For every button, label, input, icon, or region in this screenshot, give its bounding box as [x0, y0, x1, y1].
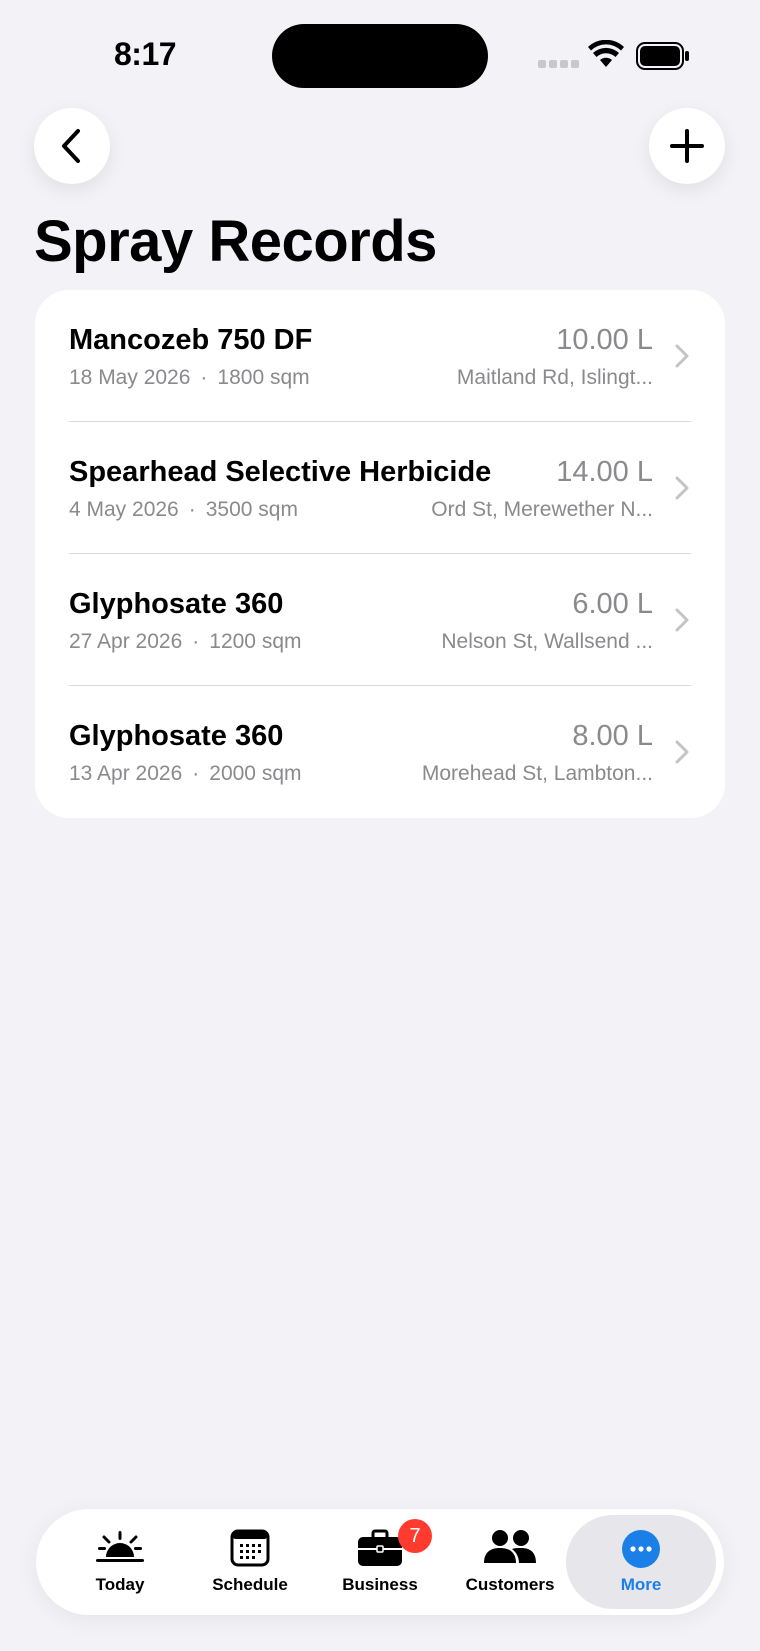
wifi-icon [588, 40, 624, 67]
record-row[interactable]: Glyphosate 360 8.00 L 13 Apr 2026 · 2000 s… [35, 686, 725, 818]
record-row[interactable]: Mancozeb 750 DF 10.00 L 18 May 2026 · 1800… [35, 290, 725, 422]
record-address: Morehead St, Lambton... [421, 762, 653, 785]
tab-customers[interactable]: Customers [445, 1509, 575, 1615]
briefcase-icon [358, 1529, 402, 1566]
separator-dot: · [188, 498, 196, 521]
record-product: Glyphosate 360 [69, 588, 284, 620]
record-meta: 27 Apr 2026 · 1200 sqm [69, 630, 302, 654]
tab-label: Schedule [212, 1575, 288, 1594]
record-product: Mancozeb 750 DF [69, 324, 313, 356]
cellular-signal-icon [538, 60, 579, 68]
status-time: 8:17 [114, 36, 177, 72]
record-meta: 13 Apr 2026 · 2000 sqm [69, 762, 302, 786]
back-button[interactable] [34, 108, 110, 184]
tab-bar: Today Schedule Business 7 Customers More [36, 1509, 724, 1615]
record-meta: 18 May 2026 · 1800 sqm [69, 366, 310, 390]
tab-label: Today [95, 1575, 145, 1594]
record-product: Glyphosate 360 [69, 720, 284, 752]
records-list: Mancozeb 750 DF 10.00 L 18 May 2026 · 1800… [35, 290, 725, 818]
chevron-right-icon [675, 476, 689, 500]
record-volume: 6.00 L [572, 588, 653, 620]
plus-icon [670, 129, 704, 163]
tab-more[interactable]: More [576, 1509, 706, 1615]
chevron-right-icon [675, 608, 689, 632]
people-icon [484, 1530, 536, 1563]
sunrise-icon [96, 1531, 144, 1562]
record-volume: 8.00 L [572, 720, 653, 752]
record-address: Nelson St, Wallsend ... [441, 630, 653, 653]
separator-dot: · [192, 630, 200, 653]
chevron-left-icon [62, 129, 80, 163]
chevron-right-icon [675, 740, 689, 764]
record-date: 18 May 2026 [69, 366, 191, 389]
screen: 8:17 Spray Records Mancozeb 750 DF 10.00… [0, 0, 760, 1651]
record-volume: 10.00 L [556, 324, 653, 356]
record-product: Spearhead Selective Herbicide [69, 456, 492, 488]
record-address: Maitland Rd, Islingt... [456, 366, 653, 389]
dynamic-island [272, 24, 488, 88]
tab-label: Business [342, 1575, 418, 1594]
tab-label: More [620, 1575, 662, 1594]
record-row[interactable]: Glyphosate 360 6.00 L 27 Apr 2026 · 1200 s… [35, 554, 725, 686]
separator-dot: · [192, 762, 200, 785]
tab-today[interactable]: Today [55, 1509, 185, 1615]
record-area: 3500 sqm [205, 498, 298, 521]
record-meta: 4 May 2026 · 3500 sqm [69, 498, 298, 522]
calendar-icon [230, 1529, 270, 1567]
separator-dot: · [200, 366, 208, 389]
record-area: 2000 sqm [209, 762, 302, 785]
record-area: 1200 sqm [209, 630, 302, 653]
record-row[interactable]: Spearhead Selective Herbicide 14.00 L 4 … [35, 422, 725, 554]
record-area: 1800 sqm [217, 366, 310, 389]
more-icon [622, 1530, 660, 1568]
add-record-button[interactable] [649, 108, 725, 184]
record-date: 4 May 2026 [69, 498, 179, 521]
record-address: Ord St, Merewether N... [431, 498, 653, 521]
business-badge: 7 [398, 1519, 432, 1553]
record-volume: 14.00 L [556, 456, 653, 488]
battery-icon [636, 42, 689, 70]
record-date: 13 Apr 2026 [69, 762, 183, 785]
chevron-right-icon [675, 344, 689, 368]
page-title: Spray Records [34, 209, 437, 274]
tab-schedule[interactable]: Schedule [185, 1509, 315, 1615]
tab-label: Customers [465, 1575, 555, 1594]
record-date: 27 Apr 2026 [69, 630, 183, 653]
